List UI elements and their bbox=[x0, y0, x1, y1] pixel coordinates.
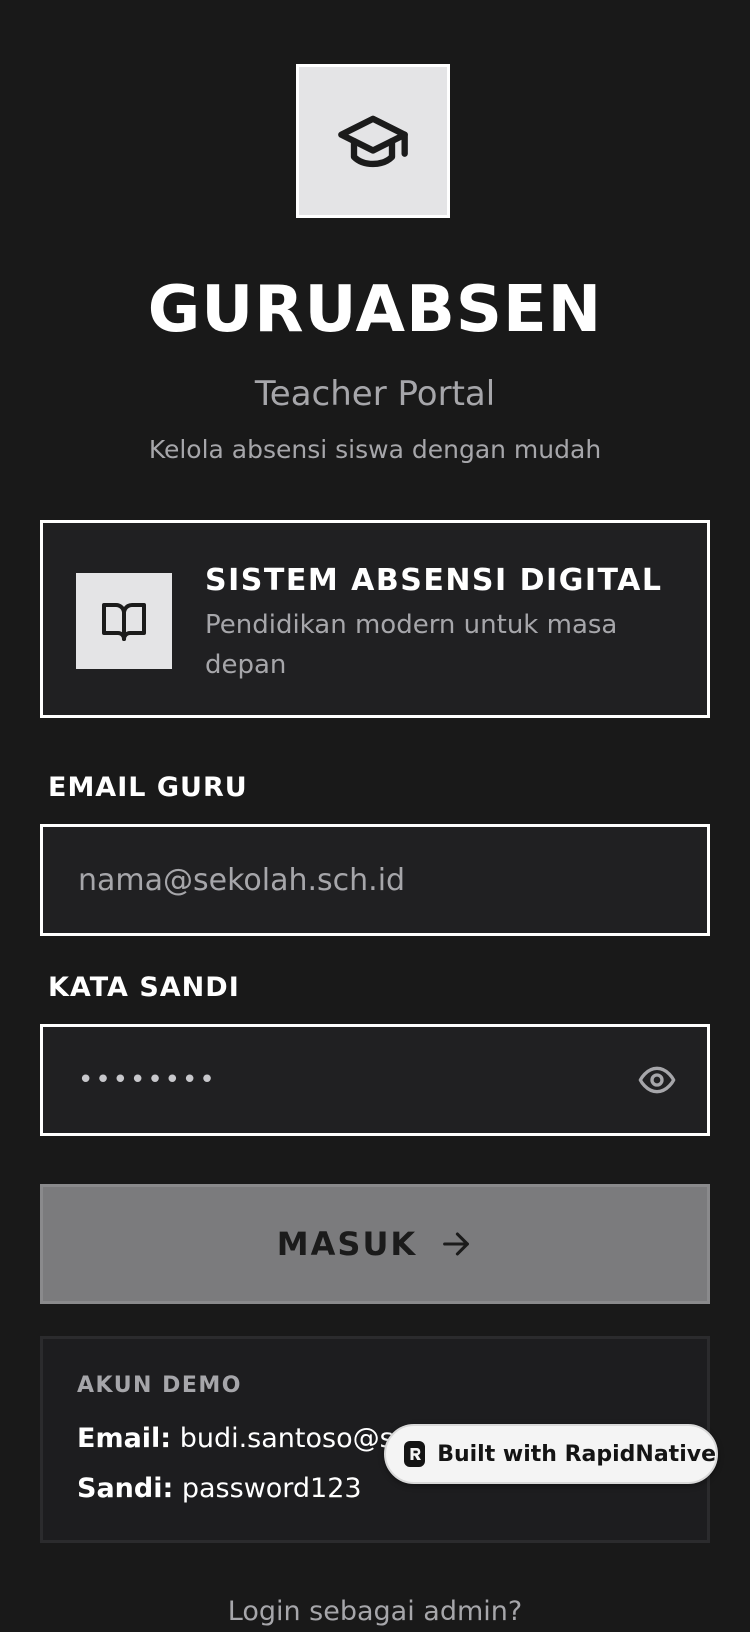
book-open-icon bbox=[102, 603, 146, 641]
built-with-label: Built with RapidNative bbox=[437, 1441, 716, 1467]
app-title: GURUABSEN bbox=[147, 273, 603, 347]
app-tagline: Kelola absensi siswa dengan mudah bbox=[148, 435, 602, 464]
graduation-cap-icon bbox=[338, 115, 408, 168]
admin-login-link[interactable]: Login sebagai admin? bbox=[0, 1592, 750, 1632]
email-field[interactable]: nama@sekolah.sch.id bbox=[40, 824, 710, 936]
app-logo bbox=[296, 64, 450, 218]
rapidnative-logo-icon bbox=[404, 1441, 426, 1467]
demo-password-row: Sandi: password123 bbox=[77, 1471, 362, 1507]
feature-card: SISTEM ABSENSI DIGITAL Pendidikan modern… bbox=[40, 520, 710, 718]
demo-heading: AKUN DEMO bbox=[77, 1373, 243, 1398]
login-button[interactable]: MASUK bbox=[40, 1184, 710, 1304]
demo-email-value: budi.santoso@se bbox=[179, 1423, 411, 1454]
password-value: •••••••• bbox=[78, 1065, 217, 1095]
email-label: EMAIL GURU bbox=[48, 772, 248, 803]
feature-description: Pendidikan modern untuk masa depan bbox=[205, 610, 618, 680]
demo-email-row: Email: budi.santoso@se bbox=[77, 1421, 410, 1457]
feature-icon-tile bbox=[76, 573, 172, 669]
demo-password-label: Sandi: bbox=[77, 1473, 174, 1504]
password-label: KATA SANDI bbox=[48, 972, 240, 1003]
demo-password-value: password123 bbox=[181, 1473, 362, 1504]
password-field[interactable]: •••••••• bbox=[40, 1024, 710, 1136]
demo-email-label: Email: bbox=[77, 1423, 172, 1454]
arrow-right-icon bbox=[443, 1232, 470, 1256]
login-button-label: MASUK bbox=[276, 1225, 418, 1263]
built-with-badge[interactable]: Built with RapidNative bbox=[384, 1424, 718, 1484]
app-subtitle: Teacher Portal bbox=[254, 374, 496, 414]
eye-icon[interactable] bbox=[637, 1060, 677, 1100]
feature-title: SISTEM ABSENSI DIGITAL bbox=[205, 563, 663, 598]
email-placeholder: nama@sekolah.sch.id bbox=[78, 862, 406, 898]
